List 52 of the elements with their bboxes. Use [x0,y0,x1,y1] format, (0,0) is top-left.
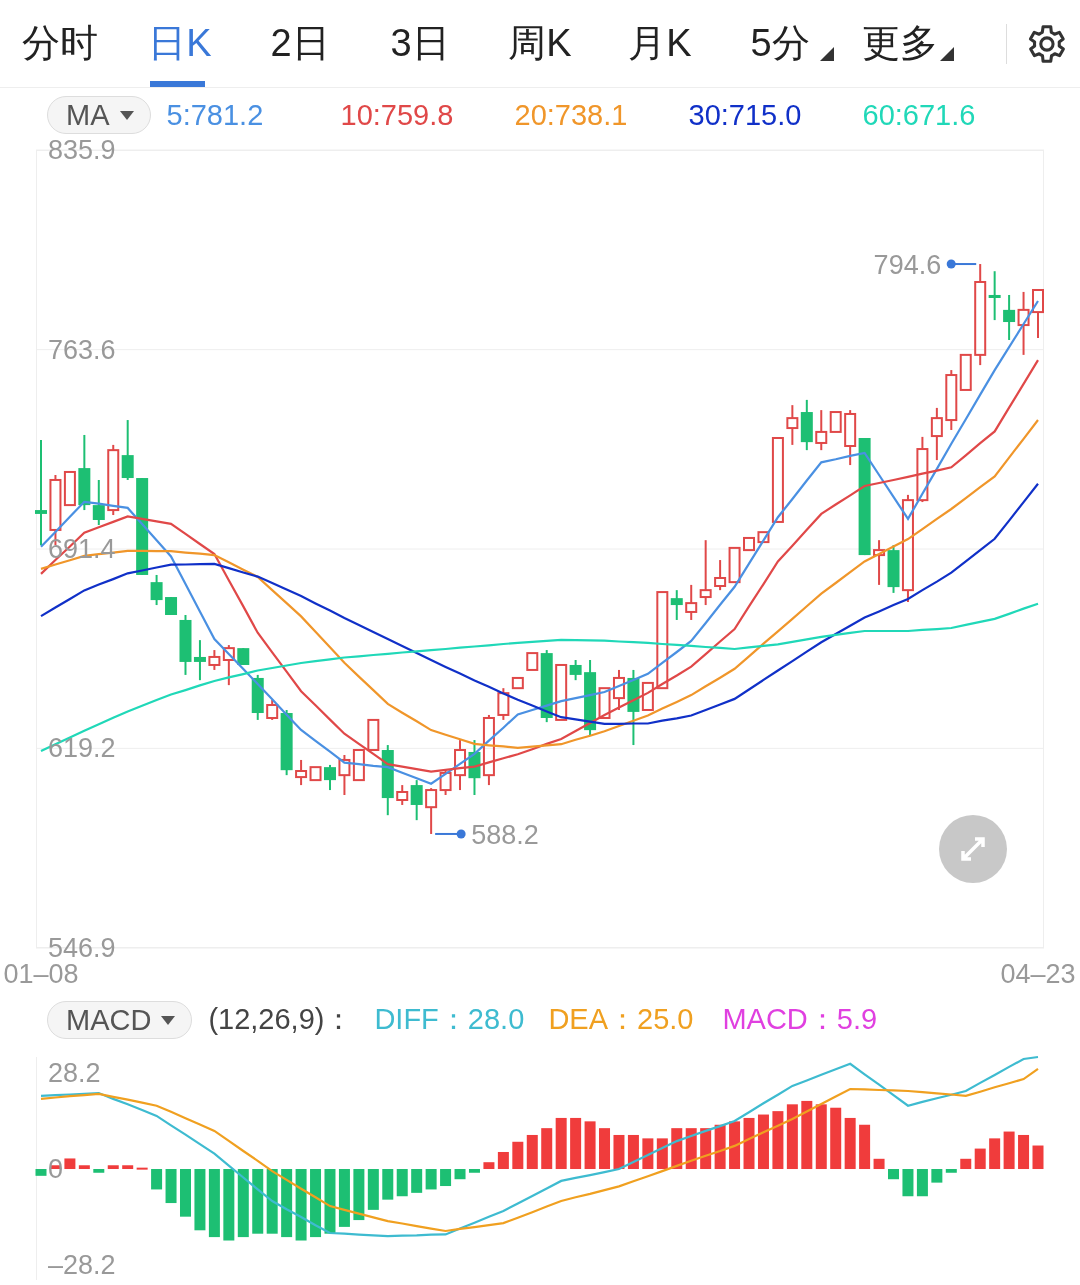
candlestick [916,435,929,504]
tab[interactable]: 分时 [0,0,120,87]
candlestick [757,531,770,544]
date-label: 04–23 [1000,959,1076,989]
macd-value: MACD：5.9 [722,1002,879,1037]
candlestick [786,404,799,446]
axis-label: 835.9 [48,135,116,165]
price-marker [946,259,978,269]
candlestick [1003,293,1016,341]
tab[interactable]: 2日 [240,0,360,87]
tab[interactable]: 月K [600,0,720,87]
ma-value: 20:738.1 [514,98,629,132]
caret-icon [161,1015,176,1025]
price-label: 794.6 [873,250,942,281]
tab[interactable]: 5分 [720,0,840,87]
candlestick [743,536,755,552]
axis-label: 28.2 [48,1058,101,1088]
macd-value: DIFF：28.0 [374,1002,526,1037]
indicator-params: (12,26,9)： [208,1002,355,1037]
candlestick [800,398,813,452]
candlestick [930,406,943,462]
candlestick [1032,289,1044,340]
indicator-dropdown[interactable]: MACD [47,1001,193,1039]
candlestick [728,546,741,584]
candlestick [873,539,886,586]
candlestick [612,668,625,711]
candlestick [1017,290,1030,356]
price-marker [434,829,466,839]
candlestick [468,739,481,797]
ma-value: 30:715.0 [688,98,803,132]
candlestick [338,754,351,797]
ma-value: 60:671.6 [862,98,977,132]
caret-icon [119,110,134,120]
indicator-dropdown[interactable]: MA [47,96,151,134]
candlestick [352,749,365,782]
tab[interactable]: 3日 [360,0,480,87]
ma-value: 5:781.2 [166,98,265,132]
candlestick [237,647,250,666]
candlestick [251,673,264,721]
ma-value: 10:759.8 [340,98,455,132]
candlestick [714,559,727,592]
candlestick [454,739,467,792]
tab[interactable]: 日K [120,0,240,87]
macd-value: DEA：25.0 [548,1002,695,1037]
tab[interactable]: 周K [480,0,600,87]
candlestick [324,763,336,792]
axis-label: 763.6 [48,334,116,365]
axis-label: 619.2 [48,733,116,764]
candlestick [121,419,134,481]
price-label: 588.2 [471,819,539,850]
tab[interactable]: 更多 [840,0,960,87]
axis-label: –28.2 [48,1250,116,1280]
